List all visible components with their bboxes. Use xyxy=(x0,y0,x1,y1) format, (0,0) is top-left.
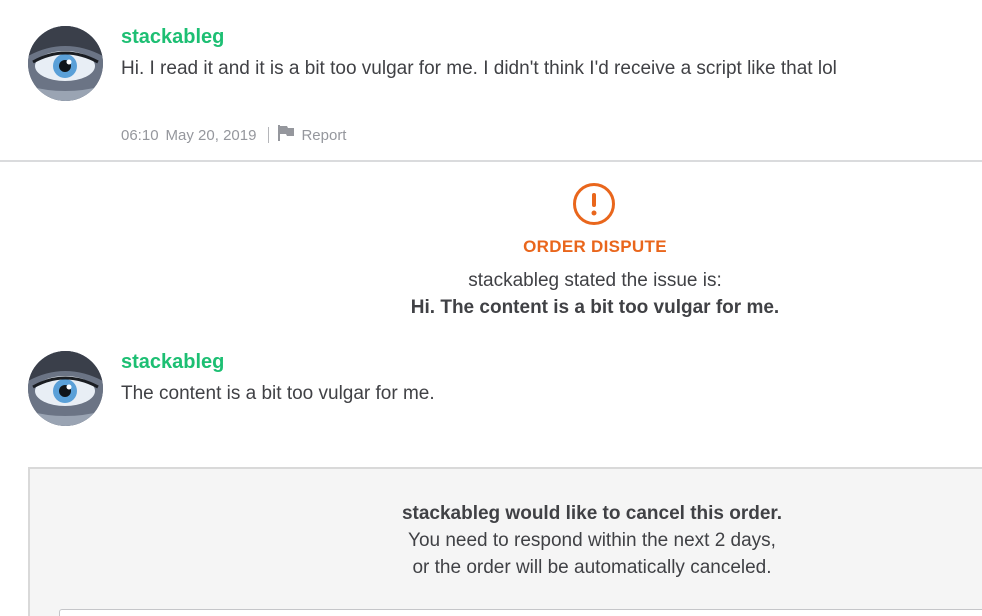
eye-avatar-image xyxy=(28,26,103,101)
avatar[interactable] xyxy=(28,351,103,426)
message-time: 06:10 xyxy=(121,126,159,144)
message-date: May 20, 2019 xyxy=(165,126,257,144)
dispute-issue-text: Hi. The content is a bit too vulgar for … xyxy=(410,297,780,318)
dispute-stated-text: stackableg stated the issue is: xyxy=(468,270,722,291)
message-text: The content is a bit too vulgar for me. xyxy=(121,383,435,404)
cancel-request-line-1: You need to respond within the next 2 da… xyxy=(408,530,776,551)
cancel-response-box[interactable] xyxy=(59,609,982,616)
exclamation-circle-icon xyxy=(572,182,616,231)
section-divider xyxy=(0,160,982,162)
message-text: Hi. I read it and it is a bit too vulgar… xyxy=(121,58,837,79)
report-button[interactable]: Report xyxy=(277,125,346,145)
conversation-page: stackableg Hi. I read it and it is a bit… xyxy=(0,0,982,616)
username-link[interactable]: stackableg xyxy=(121,351,224,374)
eye-avatar-image xyxy=(28,351,103,426)
message-meta: 06:10 May 20, 2019 Report xyxy=(121,125,346,145)
cancel-request-title: stackableg would like to cancel this ord… xyxy=(401,503,783,524)
meta-divider xyxy=(268,127,270,143)
flag-icon xyxy=(277,125,295,145)
dispute-title: ORDER DISPUTE xyxy=(523,237,667,256)
message-item: stackableg The content is a bit too vulg… xyxy=(28,351,968,431)
cancel-request-line-2: or the order will be automatically cance… xyxy=(412,557,772,578)
username-link[interactable]: stackableg xyxy=(121,26,224,49)
message-item: stackableg Hi. I read it and it is a bit… xyxy=(28,26,968,151)
report-label: Report xyxy=(301,126,347,144)
avatar[interactable] xyxy=(28,26,103,101)
